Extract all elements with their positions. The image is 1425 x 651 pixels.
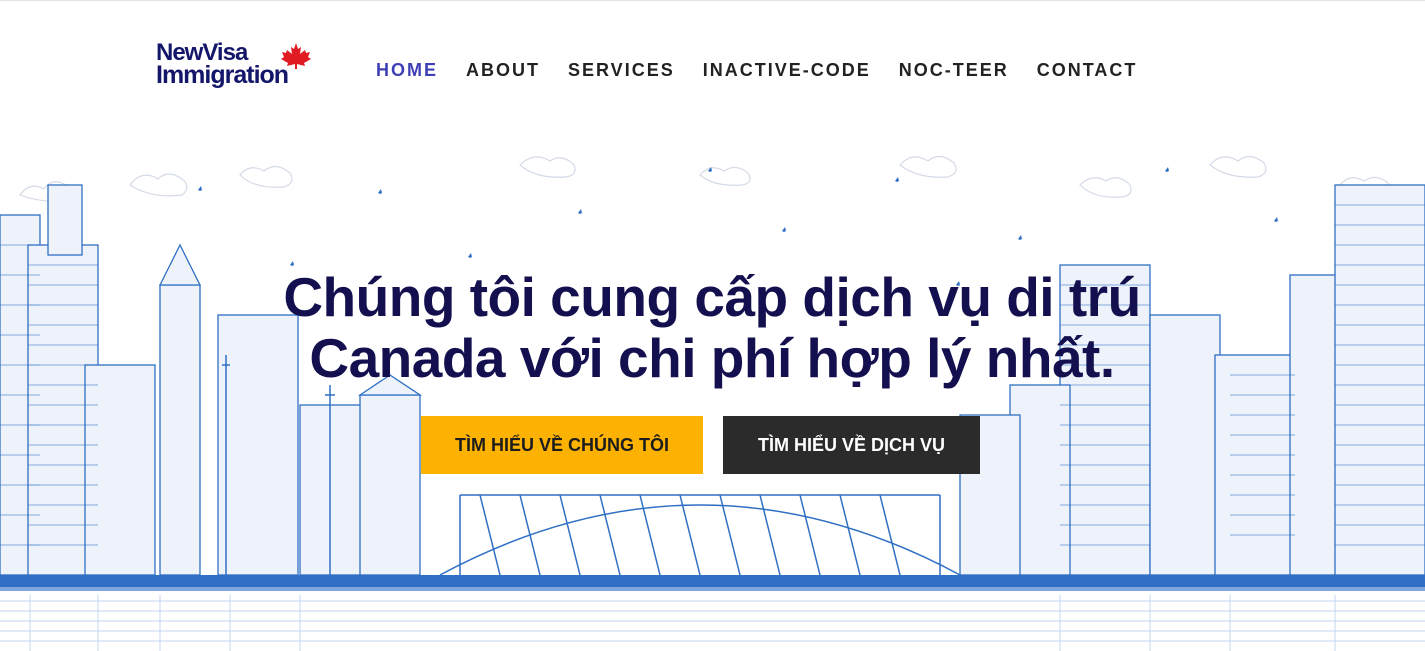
learn-about-us-button[interactable]: TÌM HIỂU VỀ CHÚNG TÔI	[421, 416, 703, 474]
hero-headline-line-1: Chúng tôi cung cấp dịch vụ di trú	[283, 266, 1141, 328]
city-skyline-illustration	[0, 155, 1425, 651]
hero-headline: Chúng tôi cung cấp dịch vụ di trú Canada…	[212, 267, 1212, 389]
hero-headline-line-2: Canada với chi phí hợp lý nhất.	[309, 327, 1115, 389]
hero-section: Chúng tôi cung cấp dịch vụ di trú Canada…	[0, 135, 1425, 651]
maple-leaf-icon	[281, 43, 311, 69]
nav-contact[interactable]: CONTACT	[1037, 59, 1138, 81]
nav-inactive-code[interactable]: INACTIVE-CODE	[703, 59, 871, 81]
site-header: NewVisa Immigration HOME ABOUT SERVICES …	[0, 1, 1425, 135]
main-nav: HOME ABOUT SERVICES INACTIVE-CODE NOC-TE…	[376, 59, 1137, 81]
nav-about[interactable]: ABOUT	[466, 59, 540, 81]
nav-home[interactable]: HOME	[376, 59, 438, 81]
nav-noc-teer[interactable]: NOC-TEER	[899, 59, 1009, 81]
learn-about-services-button[interactable]: TÌM HIỂU VỀ DỊCH VỤ	[723, 416, 980, 474]
brand-logo[interactable]: NewVisa Immigration	[156, 41, 332, 97]
nav-services[interactable]: SERVICES	[568, 59, 675, 81]
